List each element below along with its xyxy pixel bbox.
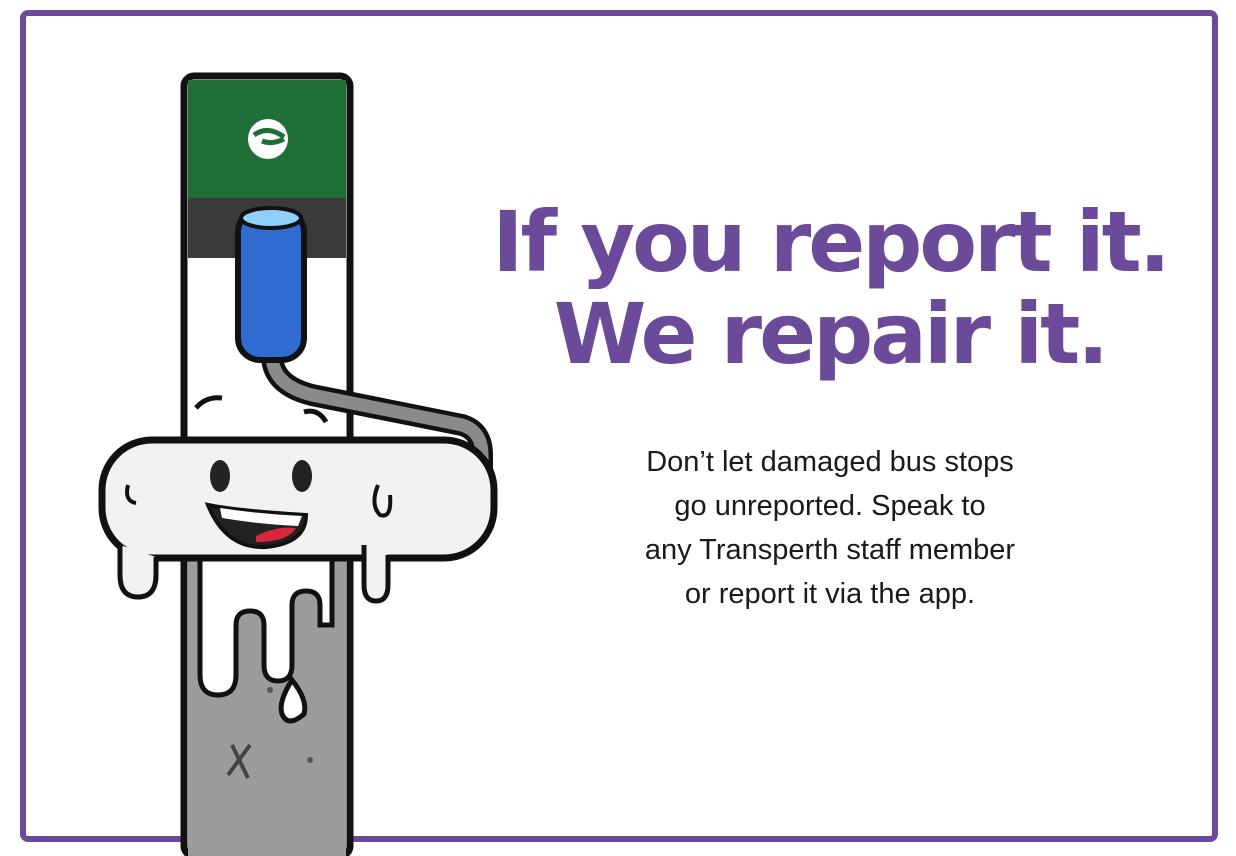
transperth-logo-icon — [248, 119, 288, 159]
headline-line-2: We repair it. — [553, 285, 1109, 383]
body-line-2: go unreported. Speak to — [674, 490, 986, 522]
body-line-4: or report it via the app. — [684, 578, 976, 610]
headline: If you report it. We repair it. — [470, 196, 1190, 380]
body-copy: Don’t let damaged bus stops go unreporte… — [560, 440, 1100, 616]
headline-line-1: If you report it. — [492, 193, 1170, 291]
body-line-1: Don’t let damaged bus stops — [646, 446, 1014, 478]
paint-roller-bus-stop-illustration — [98, 72, 498, 856]
body-line-3: any Transperth staff member — [644, 534, 1016, 566]
